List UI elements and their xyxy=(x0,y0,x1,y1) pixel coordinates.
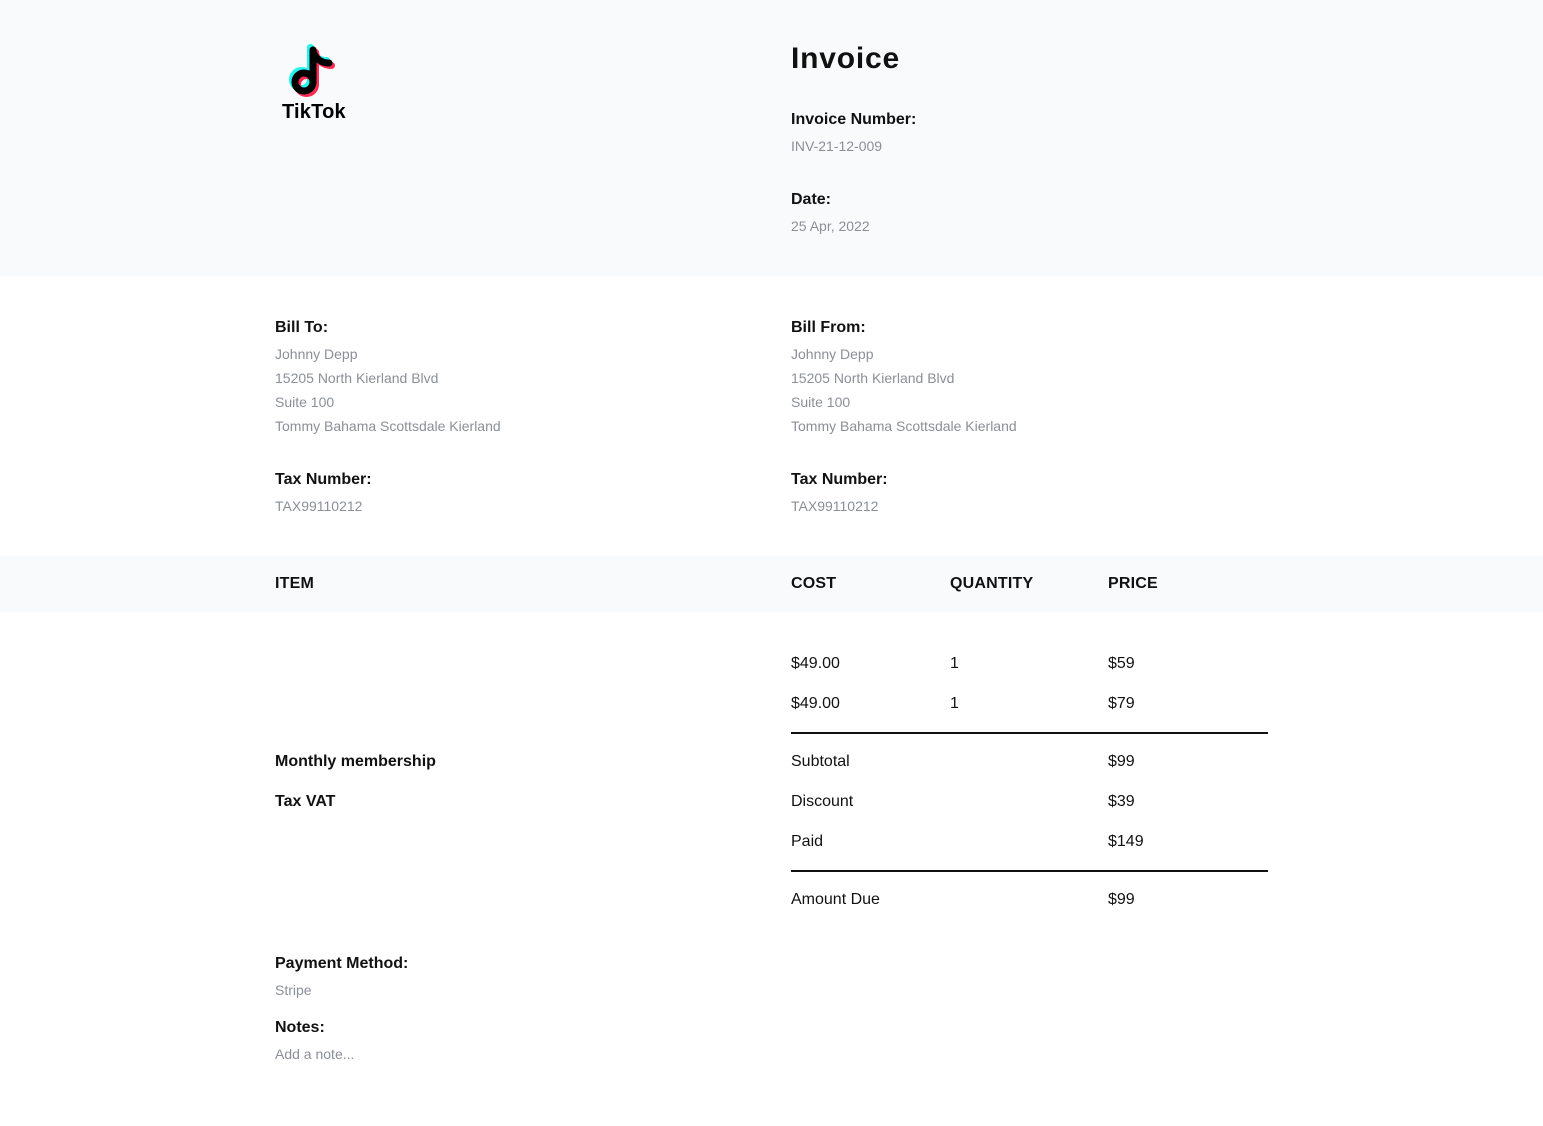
column-header-quantity: QUANTITY xyxy=(950,575,1034,592)
bill-from-tax-label: Tax Number: xyxy=(791,471,888,488)
paid-value: $149 xyxy=(1108,833,1144,850)
amount-due-label: Amount Due xyxy=(791,891,880,908)
bill-from-label: Bill From: xyxy=(791,319,866,336)
date-value: 25 Apr, 2022 xyxy=(791,218,870,234)
item-name: Monthly membership xyxy=(275,753,436,770)
invoice-number-label: Invoice Number: xyxy=(791,111,917,128)
payment-method-label: Payment Method: xyxy=(275,955,409,972)
bill-from-address-line: Tommy Bahama Scottsdale Kierland xyxy=(791,418,1017,434)
table-header-band xyxy=(0,556,1543,612)
paid-label: Paid xyxy=(791,833,824,850)
notes-input[interactable]: Add a note... xyxy=(275,1045,354,1063)
bill-to-address-line: 15205 North Kierland Blvd xyxy=(275,370,439,386)
row-quantity: 1 xyxy=(950,695,959,712)
subtotal-label: Subtotal xyxy=(791,753,850,770)
divider xyxy=(791,732,1268,734)
row-price: $59 xyxy=(1108,655,1135,672)
row-price: $79 xyxy=(1108,695,1135,712)
discount-value: $39 xyxy=(1108,793,1135,810)
column-header-price: PRICE xyxy=(1108,575,1158,592)
divider xyxy=(791,870,1268,872)
payment-method-value: Stripe xyxy=(275,982,312,998)
row-cost: $49.00 xyxy=(791,655,840,672)
invoice-number-value: INV-21-12-009 xyxy=(791,138,883,154)
header-band xyxy=(0,0,1543,276)
bill-to-name: Johnny Depp xyxy=(275,346,358,362)
notes-label: Notes: xyxy=(275,1019,325,1036)
row-quantity: 1 xyxy=(950,655,959,672)
subtotal-value: $99 xyxy=(1108,753,1135,770)
date-label: Date: xyxy=(791,191,832,208)
bill-from-name: Johnny Depp xyxy=(791,346,874,362)
logo-wordmark: TikTok xyxy=(282,101,346,123)
column-header-item: ITEM xyxy=(275,575,315,592)
amount-due-value: $99 xyxy=(1108,891,1135,908)
bill-to-label: Bill To: xyxy=(275,319,329,336)
bill-to-address-line: Tommy Bahama Scottsdale Kierland xyxy=(275,418,501,434)
bill-from-address-line: 15205 North Kierland Blvd xyxy=(791,370,955,386)
discount-label: Discount xyxy=(791,793,854,810)
row-cost: $49.00 xyxy=(791,695,840,712)
item-name: Tax VAT xyxy=(275,793,336,810)
page-title: Invoice xyxy=(791,42,900,75)
bill-to-tax-label: Tax Number: xyxy=(275,471,372,488)
column-header-cost: COST xyxy=(791,575,837,592)
bill-from-address-line: Suite 100 xyxy=(791,394,851,410)
bill-to-address-line: Suite 100 xyxy=(275,394,335,410)
bill-to-tax-number: TAX99110212 xyxy=(275,498,363,514)
bill-from-tax-number: TAX99110212 xyxy=(791,498,879,514)
